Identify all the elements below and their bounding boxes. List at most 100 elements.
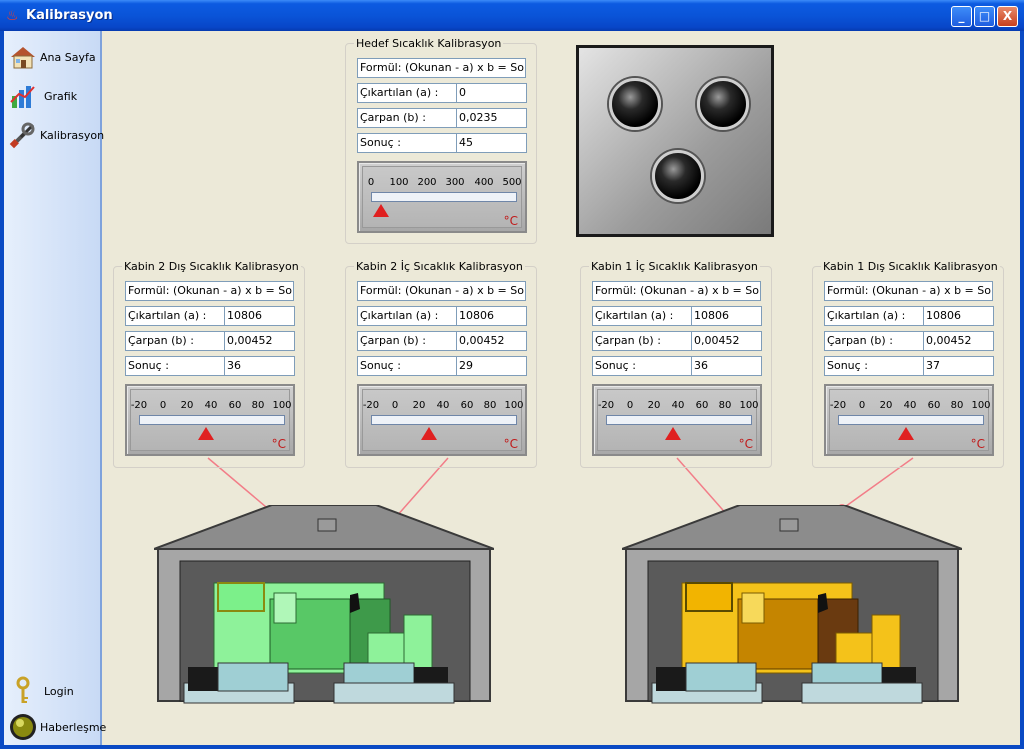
indicator-lamp <box>697 78 749 130</box>
sidebar: Ana Sayfa Grafik Kalibrasyon Login Haber… <box>4 31 106 745</box>
temperature-gauge: -20 0 20 40 60 80 100 °C <box>824 384 994 456</box>
b-label: Çarpan (b) : <box>592 331 692 351</box>
cabin-2-generator-house <box>154 505 494 704</box>
b-input[interactable]: 0,00452 <box>225 331 295 351</box>
result-label: Sonuç : <box>357 356 457 376</box>
a-label: Çıkartılan (a) : <box>357 83 457 103</box>
gauge-tick: 0 <box>159 400 167 411</box>
a-label: Çıkartılan (a) : <box>824 306 924 326</box>
b-input[interactable]: 0,00452 <box>924 331 994 351</box>
a-input[interactable]: 10806 <box>692 306 762 326</box>
gauge-tick: 80 <box>950 400 964 411</box>
group-kabin2-ic: Kabin 2 İç Sıcaklık Kalibrasyon Formül: … <box>345 260 537 468</box>
indicator-panel <box>576 45 774 237</box>
gauge-tick: 20 <box>412 400 426 411</box>
gauge-unit: °C <box>738 437 753 451</box>
sidebar-item-grafik[interactable]: Grafik <box>8 80 100 112</box>
a-input[interactable]: 0 <box>457 83 527 103</box>
gauge-tick: 100 <box>504 400 524 411</box>
gauge-tick: 0 <box>367 177 375 188</box>
group-hedef-sicaklik: Hedef Sıcaklık Kalibrasyon Formül: (Okun… <box>345 37 537 244</box>
group-kabin1-dis: Kabin 1 Dış Sıcaklık Kalibrasyon Formül:… <box>812 260 1004 468</box>
main-area: Hedef Sıcaklık Kalibrasyon Formül: (Okun… <box>102 31 1020 745</box>
result-field: 29 <box>457 356 527 376</box>
sidebar-item-label: Ana Sayfa <box>40 50 96 64</box>
app-window: ♨ Kalibrasyon _ □ X Ana Sayfa Grafik Kal… <box>0 0 1024 749</box>
b-input[interactable]: 0,00452 <box>457 331 527 351</box>
formula-label: Formül: (Okunan - a) x b = Sonuç <box>357 281 526 301</box>
indicator-lamp <box>609 78 661 130</box>
result-label: Sonuç : <box>592 356 692 376</box>
maximize-button[interactable]: □ <box>974 6 995 27</box>
gauge-scale <box>838 415 984 425</box>
group-title: Kabin 2 Dış Sıcaklık Kalibrasyon <box>122 260 301 273</box>
gauge-tick: -20 <box>597 400 615 411</box>
sidebar-item-label: Login <box>44 684 74 698</box>
gauge-pointer <box>898 427 914 440</box>
gauge-tick: 300 <box>445 177 465 188</box>
b-label: Çarpan (b) : <box>357 108 457 128</box>
house-icon <box>8 42 38 72</box>
gauge-scale <box>371 415 517 425</box>
app-flame-icon: ♨ <box>6 8 19 24</box>
gauge-pointer <box>421 427 437 440</box>
b-label: Çarpan (b) : <box>125 331 225 351</box>
gauge-tick: 400 <box>474 177 494 188</box>
status-lamp-icon <box>8 712 38 742</box>
b-label: Çarpan (b) : <box>824 331 924 351</box>
gauge-tick: 100 <box>739 400 759 411</box>
chart-icon <box>8 81 38 111</box>
result-label: Sonuç : <box>824 356 924 376</box>
formula-label: Formül: (Okunan - a) x b = Sonuç <box>592 281 761 301</box>
close-button[interactable]: X <box>997 6 1018 27</box>
gauge-scale <box>139 415 285 425</box>
gauge-tick: 100 <box>389 177 409 188</box>
temperature-gauge: 0 100 200 300 400 500 °C <box>357 161 527 233</box>
result-field: 36 <box>225 356 295 376</box>
a-label: Çıkartılan (a) : <box>125 306 225 326</box>
gauge-pointer <box>665 427 681 440</box>
gauge-tick: 20 <box>180 400 194 411</box>
gauge-unit: °C <box>503 214 518 228</box>
gauge-tick: 0 <box>391 400 399 411</box>
gauge-scale <box>371 192 517 202</box>
sidebar-item-kalibrasyon[interactable]: Kalibrasyon <box>8 119 104 151</box>
gauge-tick: -20 <box>130 400 148 411</box>
result-label: Sonuç : <box>125 356 225 376</box>
gauge-tick: -20 <box>362 400 380 411</box>
title-bar[interactable]: ♨ Kalibrasyon _ □ X <box>0 0 1024 31</box>
gauge-unit: °C <box>271 437 286 451</box>
result-label: Sonuç : <box>357 133 457 153</box>
result-field: 36 <box>692 356 762 376</box>
b-input[interactable]: 0,0235 <box>457 108 527 128</box>
a-input[interactable]: 10806 <box>924 306 994 326</box>
window-title: Kalibrasyon <box>26 8 113 23</box>
gauge-tick: 100 <box>272 400 292 411</box>
sidebar-item-haberlesme[interactable]: Haberleşme <box>8 711 106 743</box>
temperature-gauge: -20 0 20 40 60 80 100 °C <box>357 384 527 456</box>
minimize-button[interactable]: _ <box>951 6 972 27</box>
gauge-tick: 0 <box>626 400 634 411</box>
a-input[interactable]: 10806 <box>457 306 527 326</box>
gauge-tick: 80 <box>251 400 265 411</box>
sidebar-item-ana-sayfa[interactable]: Ana Sayfa <box>8 41 100 73</box>
a-input[interactable]: 10806 <box>225 306 295 326</box>
result-field: 45 <box>457 133 527 153</box>
a-label: Çıkartılan (a) : <box>592 306 692 326</box>
formula-label: Formül: (Okunan - a) x b = Sonuç <box>824 281 993 301</box>
gauge-tick: 20 <box>647 400 661 411</box>
result-field: 37 <box>924 356 994 376</box>
formula-label: Formül: (Okunan - a) x b = Sonuç <box>357 58 526 78</box>
gauge-tick: 60 <box>927 400 941 411</box>
indicator-lamp <box>652 150 704 202</box>
b-label: Çarpan (b) : <box>357 331 457 351</box>
gauge-pointer <box>373 204 389 217</box>
sidebar-item-label: Haberleşme <box>40 720 107 734</box>
b-input[interactable]: 0,00452 <box>692 331 762 351</box>
gauge-tick: 60 <box>228 400 242 411</box>
gauge-tick: 100 <box>971 400 991 411</box>
temperature-gauge: -20 0 20 40 60 80 100 °C <box>592 384 762 456</box>
group-title: Kabin 2 İç Sıcaklık Kalibrasyon <box>354 260 525 273</box>
group-kabin2-dis: Kabin 2 Dış Sıcaklık Kalibrasyon Formül:… <box>113 260 305 468</box>
sidebar-item-login[interactable]: Login <box>8 675 100 707</box>
